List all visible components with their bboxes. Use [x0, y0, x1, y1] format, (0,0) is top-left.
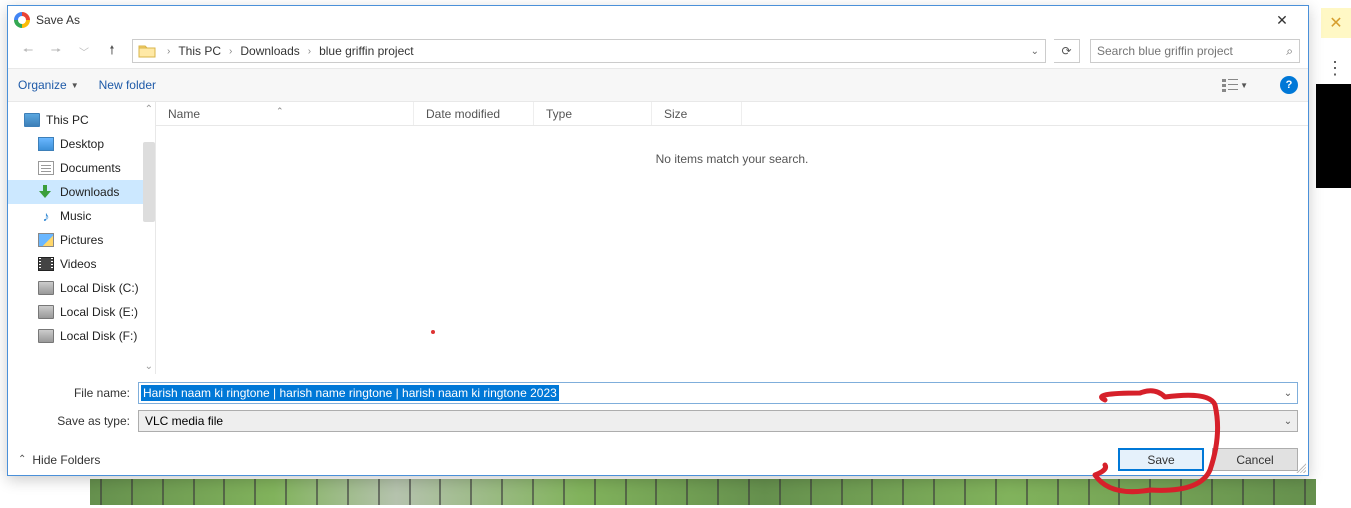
close-icon: ✕	[1329, 13, 1342, 33]
column-size[interactable]: Size	[652, 102, 742, 125]
help-button[interactable]: ?	[1280, 76, 1298, 94]
desktop-icon	[38, 137, 54, 151]
resize-grip[interactable]	[1294, 461, 1306, 473]
background-notification: ✕	[1321, 8, 1351, 38]
body: ⌃ This PC Desktop Documents Downloads ♪ M…	[8, 102, 1308, 374]
tree-disk-c[interactable]: Local Disk (C:)	[8, 276, 155, 300]
sort-indicator-icon: ⌃	[276, 106, 284, 117]
view-options-button[interactable]: ▼	[1222, 78, 1248, 92]
chrome-icon	[14, 12, 30, 28]
dialog-title: Save As	[36, 13, 1262, 27]
chevron-down-icon[interactable]: ⌄	[1279, 416, 1297, 427]
breadcrumb-dropdown[interactable]: ⌄	[1025, 46, 1045, 57]
search-input[interactable]	[1097, 44, 1286, 58]
chevron-right-icon[interactable]: ›	[223, 46, 238, 57]
document-icon	[38, 161, 54, 175]
tree-downloads[interactable]: Downloads	[8, 180, 155, 204]
navbar: 🠔 🠖 ﹀ 🠕 › This PC › Downloads › blue gri…	[8, 34, 1308, 68]
background-fence	[90, 479, 1316, 505]
back-button[interactable]: 🠔	[16, 39, 40, 63]
new-folder-button[interactable]: New folder	[99, 78, 156, 92]
tree-music[interactable]: ♪ Music	[8, 204, 155, 228]
toolbar: Organize▼ New folder ▼ ?	[8, 68, 1308, 102]
column-name[interactable]: Name⌃	[156, 102, 414, 125]
breadcrumb-leaf[interactable]: blue griffin project	[317, 44, 416, 58]
fields: File name: Harish naam ki ringtone | har…	[8, 374, 1308, 440]
filetype-combo[interactable]: VLC media file ⌄	[138, 410, 1298, 432]
search-icon[interactable]: ⌕	[1286, 44, 1293, 59]
breadcrumb-downloads[interactable]: Downloads	[238, 44, 301, 58]
tree-label: Local Disk (F:)	[60, 329, 137, 343]
disk-icon	[38, 281, 54, 295]
tree-label: Local Disk (C:)	[60, 281, 139, 295]
column-type[interactable]: Type	[534, 102, 652, 125]
filetype-value: VLC media file	[139, 414, 1279, 428]
filename-label: File name:	[18, 386, 138, 400]
recent-dropdown[interactable]: ﹀	[72, 39, 96, 63]
background-dark-strip	[1316, 84, 1351, 188]
chevron-down-icon[interactable]: ⌄	[1279, 388, 1297, 399]
cancel-button[interactable]: Cancel	[1212, 448, 1298, 471]
chevron-down-icon: ▼	[1240, 81, 1248, 90]
forward-button: 🠖	[44, 39, 68, 63]
tree-label: Downloads	[60, 185, 119, 199]
music-icon: ♪	[38, 209, 54, 223]
pc-icon	[24, 113, 40, 127]
tree-label: Pictures	[60, 233, 103, 247]
hide-folders-button[interactable]: ⌃Hide Folders	[18, 453, 100, 467]
folder-icon	[137, 41, 157, 61]
tree-label: Desktop	[60, 137, 104, 151]
tree-disk-e[interactable]: Local Disk (E:)	[8, 300, 155, 324]
tree-pictures[interactable]: Pictures	[8, 228, 155, 252]
filename-input[interactable]: Harish naam ki ringtone | harish name ri…	[141, 385, 559, 401]
disk-icon	[38, 329, 54, 343]
pictures-icon	[38, 233, 54, 247]
refresh-button[interactable]: ⟳	[1054, 39, 1080, 63]
up-button[interactable]: 🠕	[100, 39, 124, 63]
footer: ⌃Hide Folders Save Cancel	[8, 440, 1308, 475]
save-as-dialog: Save As ✕ 🠔 🠖 ﹀ 🠕 › This PC › Downloads …	[7, 5, 1309, 476]
empty-message: No items match your search.	[156, 152, 1308, 166]
scrollbar-thumb[interactable]	[143, 142, 155, 222]
tree-desktop[interactable]: Desktop	[8, 132, 155, 156]
scroll-down-icon[interactable]: ⌄	[145, 361, 153, 372]
save-button[interactable]: Save	[1118, 448, 1204, 471]
breadcrumb-root[interactable]: This PC	[176, 44, 223, 58]
kebab-menu-icon[interactable]: ⋮	[1326, 58, 1344, 79]
tree-label: Music	[60, 209, 91, 223]
file-list[interactable]: Name⌃ Date modified Type Size No items m…	[156, 102, 1308, 374]
column-date[interactable]: Date modified	[414, 102, 534, 125]
download-icon	[38, 185, 54, 199]
filetype-label: Save as type:	[18, 414, 138, 428]
tree-label: Local Disk (E:)	[60, 305, 138, 319]
videos-icon	[38, 257, 54, 271]
titlebar: Save As ✕	[8, 6, 1308, 34]
scroll-up-icon[interactable]: ⌃	[145, 104, 153, 115]
chevron-icon: ⌃	[18, 454, 26, 465]
tree-label: Documents	[60, 161, 121, 175]
chevron-right-icon[interactable]: ›	[302, 46, 317, 57]
close-button[interactable]: ✕	[1262, 6, 1302, 34]
tree-label: This PC	[46, 113, 89, 127]
search-box[interactable]: ⌕	[1090, 39, 1300, 63]
tree-this-pc[interactable]: This PC	[8, 108, 155, 132]
breadcrumb[interactable]: › This PC › Downloads › blue griffin pro…	[132, 39, 1046, 63]
chevron-down-icon: ▼	[71, 81, 79, 90]
annotation-dot	[431, 330, 435, 334]
tree-disk-f[interactable]: Local Disk (F:)	[8, 324, 155, 348]
organize-menu[interactable]: Organize▼	[18, 78, 79, 92]
tree-documents[interactable]: Documents	[8, 156, 155, 180]
tree-label: Videos	[60, 257, 96, 271]
disk-icon	[38, 305, 54, 319]
tree-videos[interactable]: Videos	[8, 252, 155, 276]
filename-combo[interactable]: Harish naam ki ringtone | harish name ri…	[138, 382, 1298, 404]
nav-tree[interactable]: ⌃ This PC Desktop Documents Downloads ♪ M…	[8, 102, 156, 374]
list-header: Name⌃ Date modified Type Size	[156, 102, 1308, 126]
chevron-right-icon[interactable]: ›	[161, 46, 176, 57]
